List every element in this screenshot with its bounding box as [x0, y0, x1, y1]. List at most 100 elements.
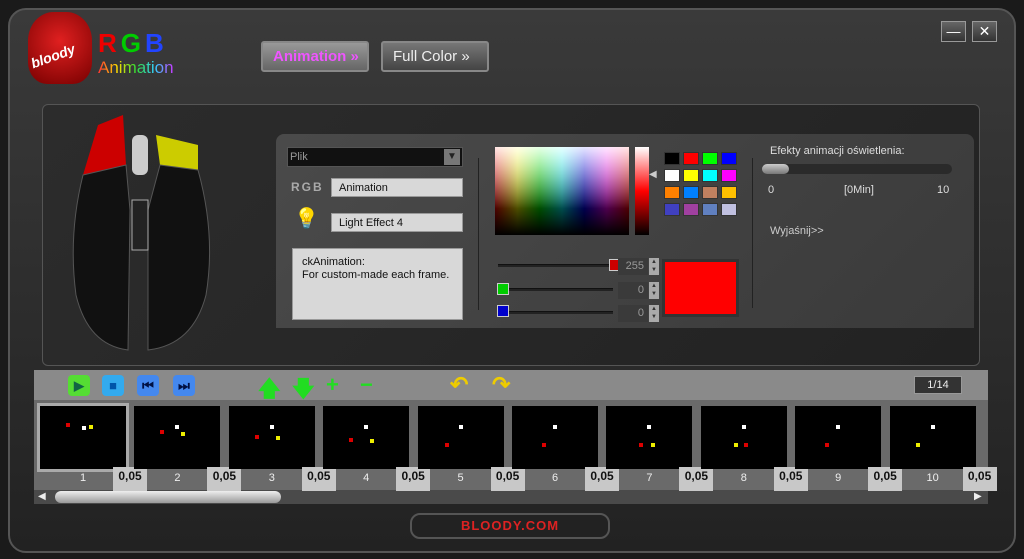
frame-led-dot — [275, 436, 280, 440]
red-spinner[interactable]: ▲ ▼ — [649, 258, 659, 275]
blue-slider-handle[interactable] — [497, 305, 509, 317]
blue-spinner[interactable]: ▲ ▼ — [649, 305, 659, 322]
frame-thumbnail[interactable] — [228, 406, 315, 469]
color-spectrum-picker[interactable] — [495, 147, 629, 235]
tab-animation[interactable]: Animation » — [261, 41, 369, 72]
red-slider[interactable] — [498, 264, 613, 267]
add-frame-icon[interactable]: + — [326, 372, 339, 398]
frame-led-dot — [553, 425, 557, 429]
frame-led-dot — [639, 443, 644, 447]
frame-led-dot — [743, 443, 748, 447]
app-subtitle: Animation — [98, 58, 174, 77]
brand-footer: BLOODY.COM — [410, 513, 610, 539]
close-button[interactable]: ✕ — [972, 21, 997, 42]
frame-thumbnail[interactable] — [417, 406, 504, 469]
description-box: ckAnimation: For custom-made each frame. — [292, 248, 463, 320]
color-swatch[interactable] — [664, 169, 680, 182]
effects-slider-handle[interactable] — [762, 164, 789, 174]
frame-thumbnail[interactable] — [37, 403, 129, 472]
frame-led-dot — [82, 426, 86, 430]
first-frame-icon[interactable]: ⏮ — [137, 375, 159, 396]
frame-thumbnail[interactable] — [889, 406, 976, 469]
color-preview — [662, 259, 739, 317]
effects-slider[interactable] — [762, 164, 952, 174]
file-dropdown[interactable]: Plik ▼ — [287, 147, 463, 167]
stop-icon[interactable]: ■ — [102, 375, 124, 396]
remove-frame-icon[interactable]: − — [360, 372, 373, 398]
frame-thumbnail[interactable] — [700, 406, 787, 469]
frame-counter: 1/14 — [914, 376, 962, 394]
frame-led-dot — [825, 443, 830, 447]
color-swatch[interactable] — [721, 186, 737, 199]
frame-led-dot — [930, 425, 935, 429]
color-swatch[interactable] — [683, 186, 699, 199]
color-swatch[interactable] — [702, 152, 718, 165]
color-swatch[interactable] — [683, 203, 699, 216]
color-swatch[interactable] — [664, 186, 680, 199]
color-swatch[interactable] — [664, 152, 680, 165]
effects-current: [0Min] — [844, 184, 874, 196]
frame-led-dot — [836, 425, 841, 429]
frame-led-dot — [349, 438, 354, 442]
app-title: RGB — [98, 28, 168, 58]
red-value[interactable]: 255 — [618, 258, 648, 275]
frame-led-dot — [181, 432, 186, 436]
green-spinner[interactable]: ▲ ▼ — [649, 282, 659, 299]
frame-thumbnail[interactable] — [134, 406, 221, 469]
frame-led-dot — [915, 443, 920, 447]
last-frame-icon[interactable]: ⏭ — [173, 375, 195, 396]
play-icon[interactable]: ▶ — [68, 375, 90, 396]
name-field[interactable]: Animation — [331, 178, 463, 197]
effect-name-field[interactable]: Light Effect 4 — [331, 213, 463, 232]
frame-led-dot — [160, 430, 165, 434]
color-swatch[interactable] — [702, 203, 718, 216]
color-swatch[interactable] — [702, 186, 718, 199]
scroll-wheel — [132, 135, 148, 175]
luminance-pointer[interactable]: ◀ — [649, 169, 657, 180]
frame-led-dot — [89, 425, 93, 429]
frame-led-dot — [370, 439, 375, 443]
undo-icon[interactable]: ↶ — [450, 372, 468, 398]
frame-led-dot — [66, 423, 70, 427]
blue-value[interactable]: 0 — [618, 305, 648, 322]
green-value[interactable]: 0 — [618, 282, 648, 299]
chevron-down-icon[interactable]: ▼ — [444, 149, 460, 165]
frame-thumbnail[interactable] — [795, 406, 882, 469]
frame-led-dot — [254, 435, 259, 439]
frame-thumbnail[interactable] — [512, 406, 598, 469]
explain-link[interactable]: Wyjaśnij>> — [770, 225, 824, 237]
color-swatch[interactable] — [721, 203, 737, 216]
frame-led-dot — [647, 425, 652, 429]
frame-led-dot — [741, 425, 746, 429]
mouse-diagram — [72, 115, 211, 351]
luminance-slider[interactable] — [635, 147, 649, 235]
frame-delay[interactable]: 0,05 — [962, 467, 997, 491]
color-swatch[interactable] — [702, 169, 718, 182]
frame-led-dot — [458, 425, 463, 429]
green-slider-handle[interactable] — [497, 283, 509, 295]
mouse-right-zone — [156, 135, 198, 170]
color-swatch[interactable] — [721, 169, 737, 182]
minimize-button[interactable]: — — [941, 21, 966, 42]
frame-led-dot — [175, 425, 180, 429]
green-slider[interactable] — [498, 288, 613, 291]
frame-led-dot — [444, 443, 449, 447]
blue-slider[interactable] — [498, 311, 613, 314]
frame-led-dot — [733, 443, 738, 447]
frame-led-dot — [269, 425, 274, 429]
tab-full-color[interactable]: Full Color » — [381, 41, 489, 72]
lightbulb-icon: 💡 — [294, 208, 319, 230]
redo-icon[interactable]: ↷ — [492, 372, 510, 398]
scroll-right-icon[interactable]: ▶ — [974, 491, 982, 502]
color-swatch[interactable] — [683, 169, 699, 182]
color-swatch[interactable] — [683, 152, 699, 165]
scroll-left-icon[interactable]: ◀ — [38, 491, 46, 502]
color-swatch[interactable] — [664, 203, 680, 216]
frame-thumbnail[interactable] — [606, 406, 693, 469]
scrollbar-thumb[interactable] — [55, 491, 281, 503]
color-swatch[interactable] — [721, 152, 737, 165]
rgb-label: RGB — [291, 180, 324, 194]
frame-led-dot — [364, 425, 369, 429]
frame-led-dot — [542, 443, 546, 447]
frame-thumbnail[interactable] — [323, 406, 410, 469]
